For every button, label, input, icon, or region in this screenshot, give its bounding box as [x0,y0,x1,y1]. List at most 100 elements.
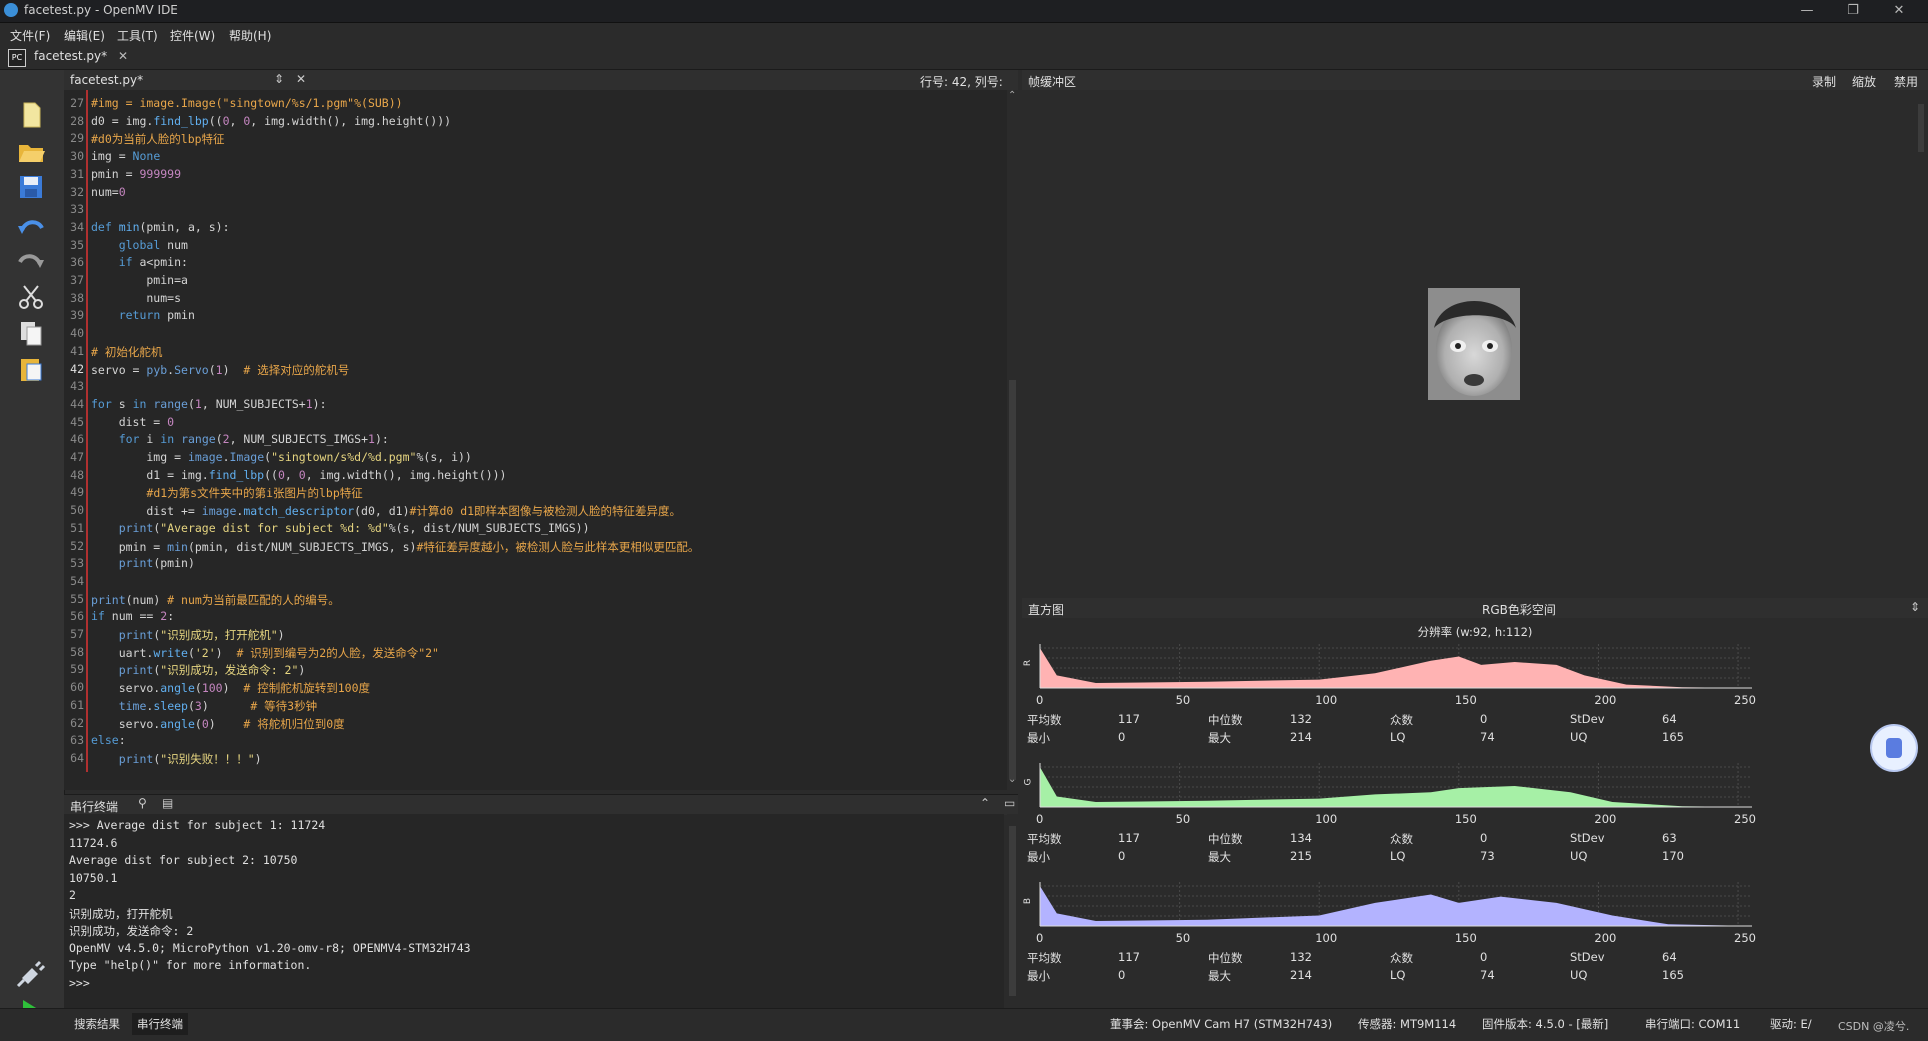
terminal-clear-icon[interactable]: ⚲ [138,796,147,810]
code-line[interactable]: d0 = img.find_lbp((0, 0, img.width(), im… [91,114,451,128]
disable-button[interactable]: 禁用 [1894,73,1918,90]
floating-assistant-button[interactable] [1870,724,1918,772]
connect-icon[interactable] [16,958,46,988]
new-file-icon[interactable] [16,100,46,130]
code-line[interactable]: global num [91,238,188,252]
framebuffer-scroll-thumb[interactable] [1918,104,1924,152]
undock-icon[interactable]: ▭ [1004,796,1015,810]
code-line[interactable]: for i in range(2, NUM_SUBJECTS_IMGS+1): [91,432,389,446]
menu-widgets[interactable]: 控件(W) [170,27,215,44]
code-line[interactable]: print("识别成功，发送命令: 2") [91,662,306,678]
line-number: 28 [70,113,84,128]
colorspace-select[interactable]: RGB色彩空间 [1482,601,1556,618]
code-lines[interactable]: 27 #img = image.Image("singtown/%s/1.pgm"… [64,90,1004,790]
terminal-save-icon[interactable]: ▤ [162,796,173,810]
terminal-line: 10750.1 [69,870,118,885]
code-line[interactable]: img = None [91,149,160,163]
code-line[interactable]: dist += image.match_descriptor(d0, d1)#计… [91,503,681,519]
code-line[interactable]: #d1为第s文件夹中的第i张图片的lbp特征 [91,485,362,501]
menu-help[interactable]: 帮助(H) [229,27,271,44]
minimize-button[interactable]: — [1784,0,1830,22]
code-line[interactable]: print(pmin) [91,556,195,570]
code-line[interactable]: pmin = min(pmin, dist/NUM_SUBJECTS_IMGS,… [91,539,700,555]
code-line[interactable]: def min(pmin, a, s): [91,220,230,234]
tab-search-results[interactable]: 搜索结果 [72,1016,122,1032]
code-line[interactable]: else: [91,733,126,747]
code-line[interactable]: uart.write('2') # 识别到编号为2的人脸，发送命令"2" [91,645,439,661]
scroll-up-icon[interactable]: ⌃ [1008,90,1016,101]
firmware-info[interactable]: 固件版本: 4.5.0 - [最新] [1482,1016,1608,1032]
open-folder-icon[interactable] [16,136,46,166]
histogram-channels: R 0 50 100 150 200 250 平均数 117 中位数 132 众数 0 StDev 64 最小… [1022,618,1928,1010]
stat-value-stdev: 64 [1662,712,1677,726]
code-line[interactable]: servo.angle(100) # 控制舵机旋转到100度 [91,680,370,696]
code-line[interactable]: servo.angle(0) # 将舵机归位到0度 [91,716,345,732]
line-number: 32 [70,184,84,199]
editor-scrollbar[interactable]: ⌃ ⌄ [1007,90,1018,790]
left-toolbar [0,70,65,1028]
code-line[interactable]: img = image.Image("singtown/s%d/%d.pgm"%… [91,450,471,464]
menu-edit[interactable]: 编辑(E) [64,27,105,44]
code-line[interactable]: num=0 [91,185,126,199]
tab-serial-terminal[interactable]: 串行终端 [132,1013,188,1035]
colorspace-dropdown-icon[interactable]: ⇕ [1910,600,1920,614]
code-line[interactable]: if num == 2: [91,609,174,623]
close-tab-icon[interactable]: ✕ [118,49,128,63]
zoom-button[interactable]: 缩放 [1852,73,1876,90]
code-line[interactable]: num=s [91,291,181,305]
editor-file-selector[interactable]: facetest.py* [70,73,143,87]
line-number: 62 [70,715,84,730]
code-line[interactable]: d1 = img.find_lbp((0, 0, img.width(), im… [91,468,506,482]
close-editor-icon[interactable]: ✕ [296,72,306,86]
scroll-down-icon[interactable]: ⌄ [1008,774,1016,785]
line-number: 37 [70,273,84,287]
framebuffer-title: 帧缓冲区 [1028,75,1077,89]
copy-icon[interactable] [16,318,46,348]
terminal-scrollbar[interactable] [1007,814,1018,1008]
title-bar: facetest.py - OpenMV IDE — ❐ ✕ [0,0,1928,23]
menu-file[interactable]: 文件(F) [10,27,50,44]
cut-icon[interactable] [16,282,46,312]
framebuffer-view [1022,90,1928,596]
code-line[interactable]: # 初始化舵机 [91,344,162,360]
code-line[interactable]: print("识别失败！！！") [91,751,262,767]
scroll-thumb[interactable] [1009,380,1016,780]
redo-icon[interactable] [16,246,46,276]
line-number: 55 [70,591,84,606]
save-icon[interactable] [16,172,46,202]
code-line[interactable]: dist = 0 [91,415,174,429]
code-line[interactable]: return pmin [91,308,195,322]
line-number: 31 [70,166,84,181]
code-line[interactable]: if a<pmin: [91,255,188,269]
file-tab[interactable]: facetest.py* [34,49,107,63]
close-window-button[interactable]: ✕ [1876,0,1922,22]
x-tick-label: 150 [1454,931,1477,945]
serial-terminal[interactable]: >>> Average dist for subject 1: 11724 117… [64,814,1004,1008]
file-selector-arrow-icon[interactable]: ⇕ [274,72,284,86]
undo-icon[interactable] [16,212,46,242]
menu-tools[interactable]: 工具(T) [117,27,158,44]
code-line[interactable]: pmin = 999999 [91,167,181,181]
code-line[interactable]: print("识别成功，打开舵机") [91,627,285,643]
restore-button[interactable]: ❐ [1830,0,1876,22]
code-line[interactable]: for s in range(1, NUM_SUBJECTS+1): [91,397,327,411]
x-tick-label: 150 [1454,812,1477,826]
stat-label-mean: 平均数 [1027,951,1062,965]
code-line[interactable]: print(num) # num为当前最匹配的人的编号。 [91,592,340,608]
code-line[interactable]: time.sleep(3) # 等待3秒钟 [91,698,317,714]
collapse-up-icon[interactable]: ⌃ [980,796,990,810]
code-line[interactable]: print("Average dist for subject %d: %d"%… [91,521,590,535]
python-file-icon: PC [8,49,26,67]
terminal-scroll-thumb[interactable] [1009,826,1016,996]
stat-value-uq: 165 [1662,730,1684,744]
record-button[interactable]: 录制 [1812,73,1836,90]
line-number: 61 [70,697,84,712]
stat-label-stdev: StDev [1570,712,1605,726]
code-line[interactable]: #img = image.Image("singtown/%s/1.pgm"%(… [91,96,403,110]
editor-header: facetest.py* ⇕ ✕ 行号: 42, 列号: 34 [64,70,1018,104]
code-line[interactable]: servo = pyb.Servo(1) # 选择对应的舵机号 [91,362,349,378]
paste-icon[interactable] [16,354,46,384]
code-line[interactable]: pmin=a [91,273,188,287]
drive-info: 驱动: E/ [1770,1017,1812,1031]
code-line[interactable]: #d0为当前人脸的lbp特征 [91,131,225,147]
